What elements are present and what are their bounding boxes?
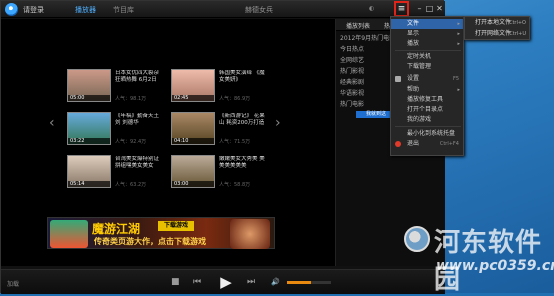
video-hits: 人气：63.2万 xyxy=(115,182,147,188)
banner-slogan: 传奇类页游大作，点击下载游戏 xyxy=(94,237,206,246)
main-menu: 文件 ▸ 显示 ▸ 播放 ▸ 定时关机 下载管理 设置 F5 帮助 ▸ 播放修复工具 打开… xyxy=(390,16,464,156)
tab-library[interactable]: 节目库 xyxy=(113,5,134,15)
video-hits: 人气：92.4万 xyxy=(115,139,147,145)
menu-item-play[interactable]: 播放 ▸ xyxy=(391,39,463,49)
video-title-text[interactable]: 韩国美女演绎 《魔女美妍》 xyxy=(219,70,265,92)
menu-item-exit[interactable]: 退出 Ctrl+F4 xyxy=(391,139,463,149)
video-thumbnail[interactable]: 05:14 xyxy=(67,155,111,188)
video-item[interactable]: 03:22 《年稿》勤奋天王刘 刘德华 人气：92.4万 xyxy=(67,112,159,152)
content-area: ‹ › 05:00 日本女优四大裂杂 狂晒热舞 6月2日 人气：98.1万 02… xyxy=(1,19,335,266)
playlist-item[interactable]: 热门电影 xyxy=(340,99,364,108)
video-title-text[interactable]: 《年稿》勤奋天王刘 刘德华 xyxy=(115,113,161,135)
video-thumbnail[interactable]: 02:45 xyxy=(171,69,215,102)
volume-icon[interactable]: 🔊 xyxy=(271,278,280,286)
playlist-item[interactable]: 热门影视 xyxy=(340,66,364,75)
tab-player[interactable]: 播放器 xyxy=(75,5,96,15)
video-item[interactable]: 02:45 韩国美女演绎 《魔女美妍》 人气：86.9万 xyxy=(171,69,265,109)
menu-item-download-manager[interactable]: 下载管理 xyxy=(391,62,463,72)
video-hits: 人气：58.8万 xyxy=(219,182,251,188)
video-thumbnail[interactable]: 05:00 xyxy=(67,69,111,102)
menu-item-my-games[interactable]: 我的游戏 xyxy=(391,115,463,125)
video-item[interactable]: 05:00 日本女优四大裂杂 狂晒热舞 6月2日 人气：98.1万 xyxy=(67,69,159,109)
volume-slider[interactable] xyxy=(287,281,331,284)
menu-item-open-directory[interactable]: 打开个目录点 xyxy=(391,105,463,115)
menu-item-settings[interactable]: 设置 F5 xyxy=(391,74,463,84)
video-title-text[interactable]: 台湾美女爆特别证 拼组嘿美女美女 xyxy=(115,156,161,178)
duration-label: 03:22 xyxy=(68,138,110,144)
app-logo-icon[interactable] xyxy=(5,3,18,16)
video-title: 赫德女兵 xyxy=(245,6,273,14)
video-hits: 人气：98.1万 xyxy=(115,96,147,102)
video-title-text[interactable]: 日本女优四大裂杂 狂晒热舞 6月2日 xyxy=(115,70,161,92)
video-title-text[interactable]: 《新西游记》 花果山 耗资200万打造 xyxy=(219,113,265,135)
titlebar: 请登录 播放器 节目库 赫德女兵 ◐ ≡ – □ ✕ xyxy=(1,1,445,18)
menu-separator xyxy=(395,50,461,51)
player-window: 请登录 播放器 节目库 赫德女兵 ◐ ≡ – □ ✕ ‹ › 05:00 日本女… xyxy=(0,0,446,294)
playlist-item[interactable]: 华语影视 xyxy=(340,88,364,97)
exit-icon xyxy=(395,141,401,147)
tab-playlist[interactable]: 播放列表 xyxy=(346,21,370,30)
close-button[interactable]: ✕ xyxy=(432,1,447,16)
prev-page-arrow[interactable]: ‹ xyxy=(49,115,55,131)
video-item[interactable]: 03:00 嫩嫩美女大秀美 美美美美美美 人气：58.8万 xyxy=(171,155,265,195)
submenu-open-local-file[interactable]: 打开本地文件 Ctrl+O xyxy=(465,18,529,28)
video-item[interactable]: 05:14 台湾美女爆特别证 拼组嘿美女美女 人气：63.2万 xyxy=(67,155,159,195)
duration-label: 05:00 xyxy=(68,95,110,101)
file-submenu: 打开本地文件 Ctrl+O 打开网络文件 Ctrl+U xyxy=(464,16,530,40)
video-thumbnail[interactable]: 03:00 xyxy=(171,155,215,188)
banner-image xyxy=(50,220,88,248)
banner-title: 魔游江湖 xyxy=(92,222,141,236)
skin-icon[interactable]: ◐ xyxy=(369,5,374,12)
playlist-item[interactable]: 全网综艺 xyxy=(340,55,364,64)
gear-icon xyxy=(395,76,401,82)
menu-item-display[interactable]: 显示 ▸ xyxy=(391,29,463,39)
submenu-open-network-file[interactable]: 打开网络文件 Ctrl+U xyxy=(465,29,529,39)
banner-character-image xyxy=(230,219,270,249)
menu-item-file[interactable]: 文件 ▸ xyxy=(391,19,463,29)
previous-button[interactable]: ⏮ xyxy=(193,277,201,287)
stop-button[interactable]: ■ xyxy=(171,277,180,287)
video-title-text[interactable]: 嫩嫩美女大秀美 美美美美美美 xyxy=(219,156,265,178)
control-bar: 加载 ■ ⏮ ▶ ⏭ 🔊 xyxy=(1,269,445,294)
video-hits: 人气：86.9万 xyxy=(219,96,251,102)
next-button[interactable]: ⏭ xyxy=(247,277,255,287)
menu-item-help[interactable]: 帮助 ▸ xyxy=(391,85,463,95)
menu-item-repair-tool[interactable]: 播放修复工具 xyxy=(391,95,463,105)
play-button[interactable]: ▶ xyxy=(217,273,235,291)
duration-label: 04:10 xyxy=(172,138,214,144)
volume-fill xyxy=(287,281,312,284)
video-hits: 人气：71.5万 xyxy=(219,139,251,145)
playlist-item[interactable]: 经典影剧 xyxy=(340,77,364,86)
main-menu-button[interactable]: ≡ xyxy=(394,1,409,17)
menu-item-shutdown-timer[interactable]: 定时关机 xyxy=(391,52,463,62)
login-link[interactable]: 请登录 xyxy=(23,5,44,15)
video-item[interactable]: 04:10 《新西游记》 花果山 耗资200万打造 人气：71.5万 xyxy=(171,112,265,152)
menu-item-minimize-tray[interactable]: 最小化到系统托盘 xyxy=(391,129,463,139)
ad-banner[interactable]: 魔游江湖 下载游戏 传奇类页游大作，点击下载游戏 xyxy=(47,217,275,249)
duration-label: 05:14 xyxy=(68,181,110,187)
banner-download-button[interactable]: 下载游戏 xyxy=(158,221,195,231)
video-thumbnail[interactable]: 03:22 xyxy=(67,112,111,145)
add-file-button[interactable]: 加载 xyxy=(7,279,19,288)
menu-separator xyxy=(395,126,461,127)
next-page-arrow[interactable]: › xyxy=(275,115,281,131)
duration-label: 02:45 xyxy=(172,95,214,101)
video-thumbnail[interactable]: 04:10 xyxy=(171,112,215,145)
playlist-item[interactable]: 今日热点 xyxy=(340,44,364,53)
duration-label: 03:00 xyxy=(172,181,214,187)
